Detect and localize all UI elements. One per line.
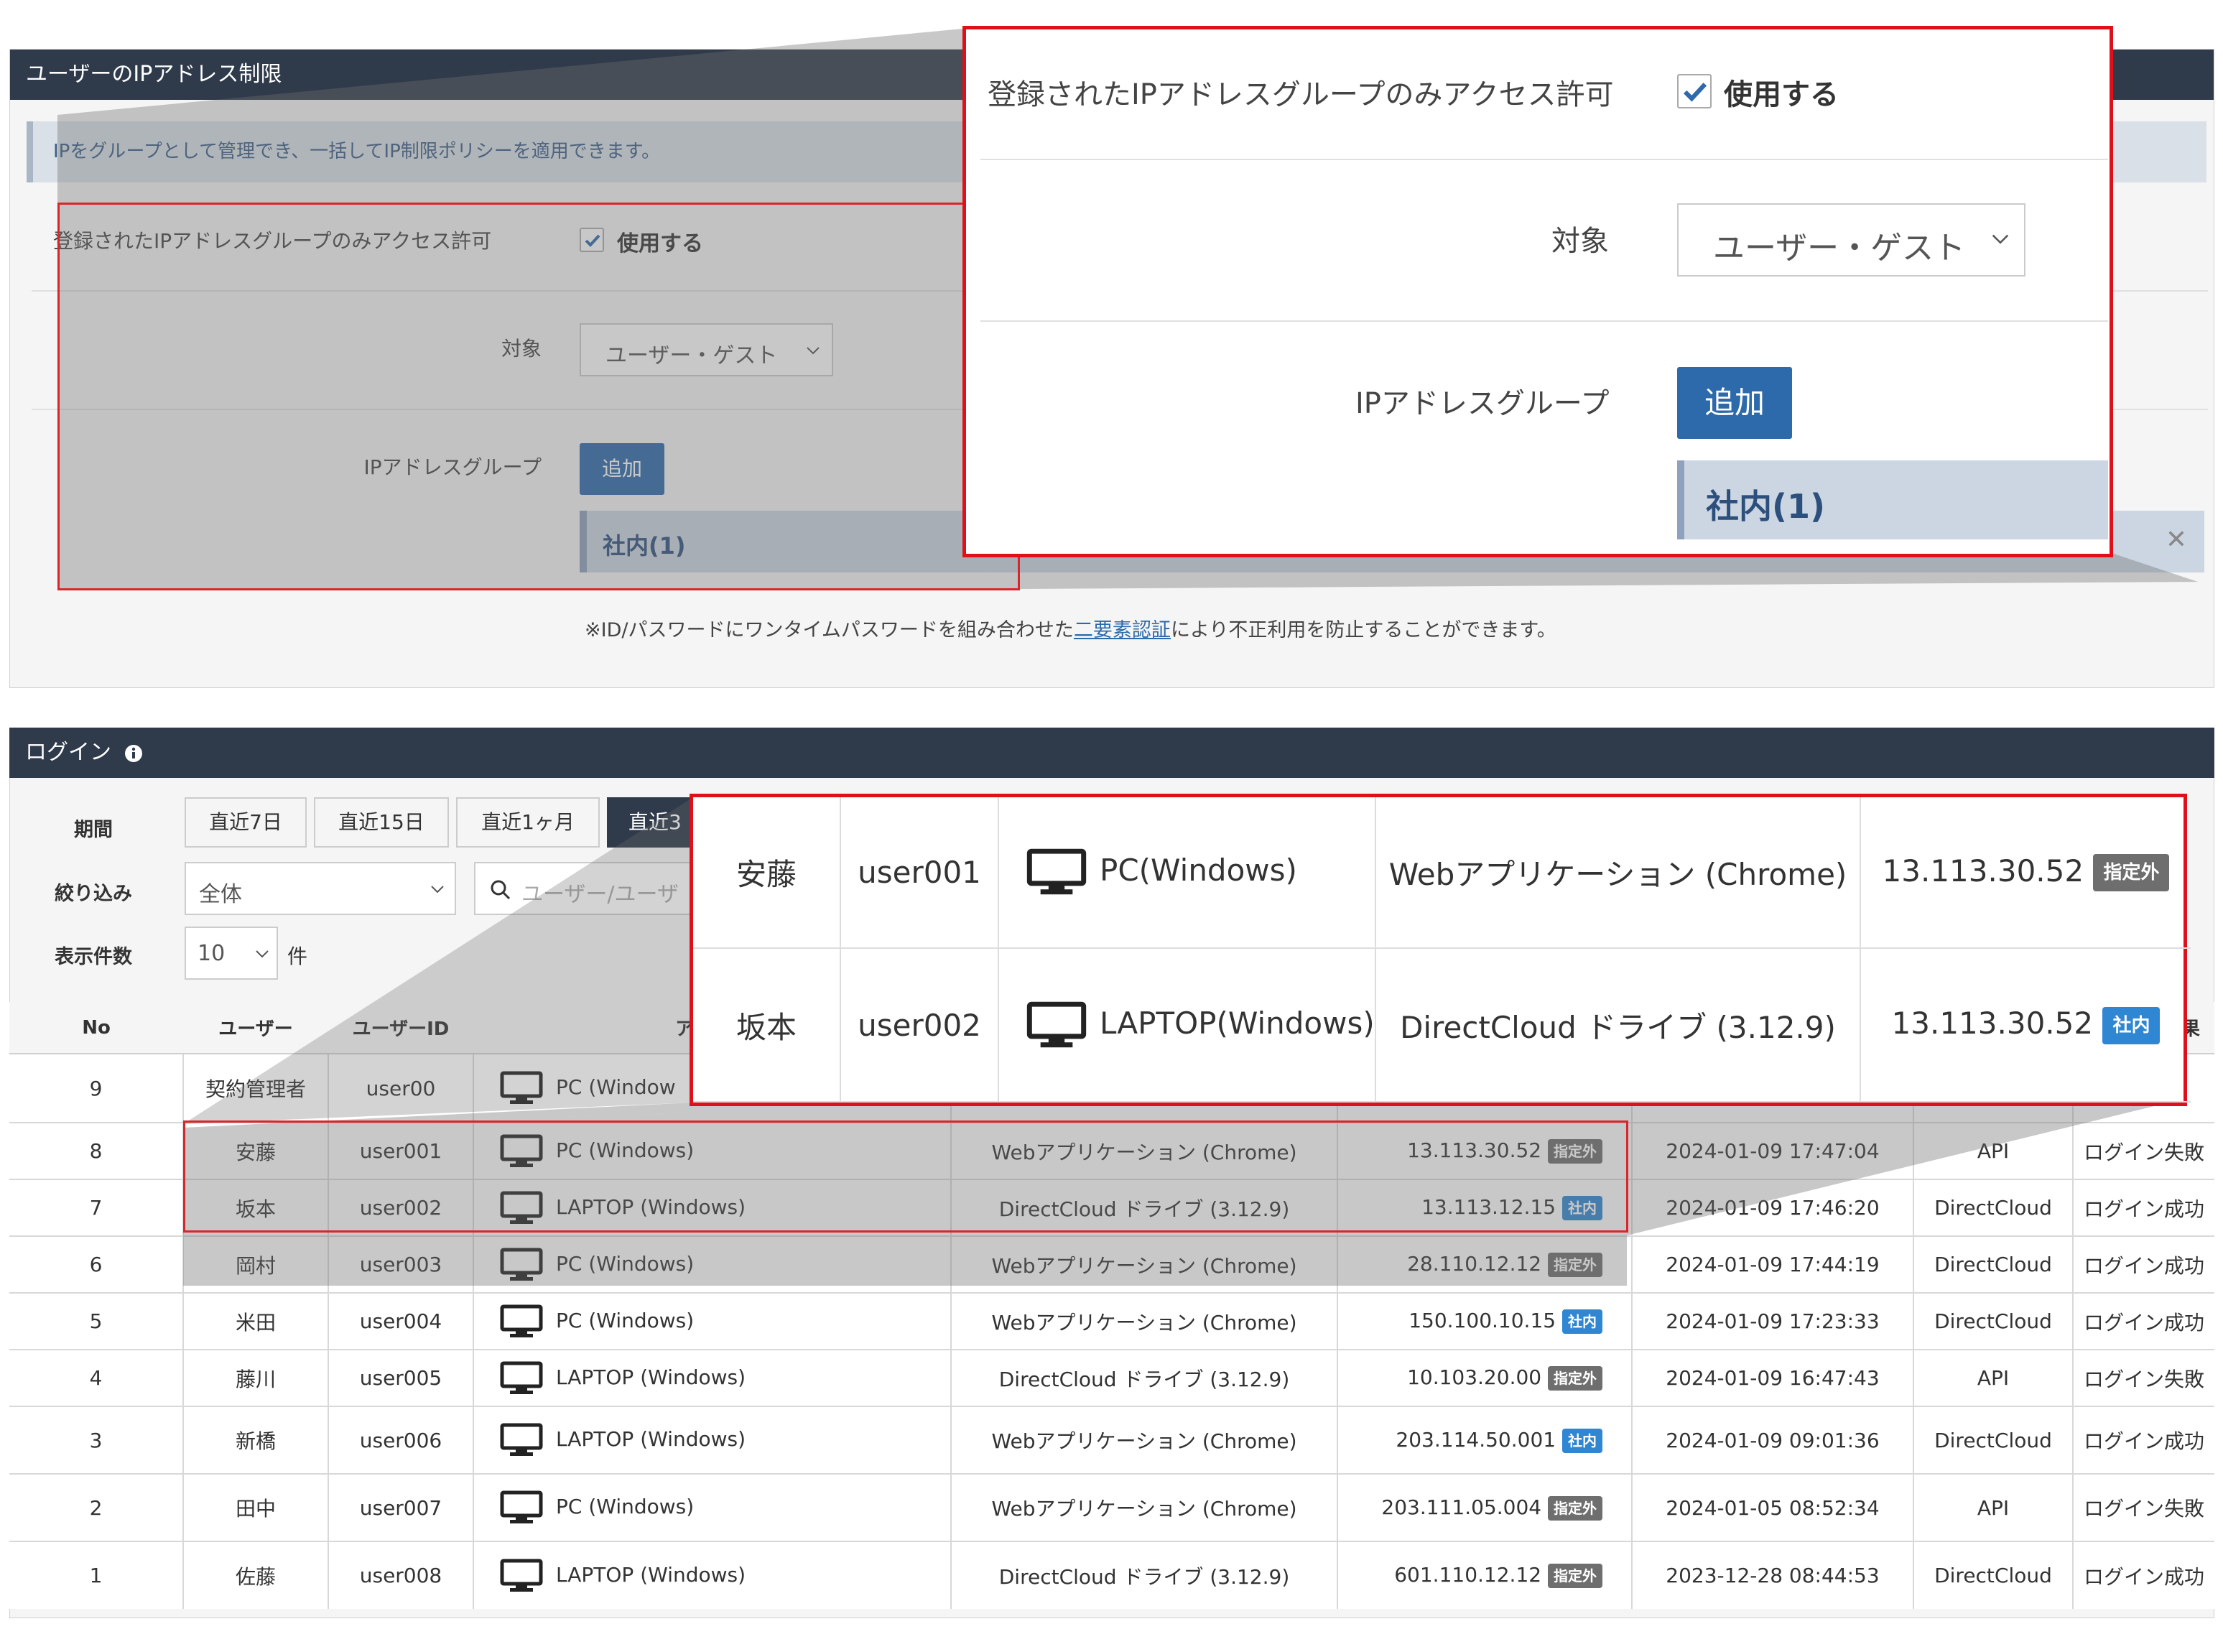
zoom-table-row[interactable]: 安藤 user001 PC(Windows) Webアプリケーション (Chrome)… bbox=[693, 797, 2191, 950]
zoom-cell-device: LAPTOP(Windows) bbox=[998, 948, 1376, 1103]
zoom-cell-app: DirectCloud ドライブ (3.12.9) bbox=[1375, 948, 1861, 1103]
highlight-frame-rows bbox=[183, 1120, 1628, 1233]
zoom-cell-user-id: user001 bbox=[840, 797, 999, 950]
monitor-icon bbox=[1026, 1001, 1087, 1047]
zoom-cell-ip: 13.113.30.52 社内 bbox=[1860, 948, 2191, 1103]
monitor-icon bbox=[1026, 848, 1087, 895]
zoom-cell-app: Webアプリケーション (Chrome) bbox=[1375, 797, 1861, 950]
zoom-cell-user: 安藤 bbox=[693, 797, 841, 950]
ip-tag-badge: 指定外 bbox=[2093, 854, 2170, 892]
zoom-table: 安藤 user001 PC(Windows) Webアプリケーション (Chrome)… bbox=[693, 797, 2191, 1103]
zoom-cell-user-id: user002 bbox=[840, 948, 999, 1103]
zoom-login-rows: 安藤 user001 PC(Windows) Webアプリケーション (Chrome)… bbox=[690, 794, 2191, 1106]
zoom-cell-device: PC(Windows) bbox=[998, 797, 1376, 950]
zoom-cell-ip: 13.113.30.52 指定外 bbox=[1860, 797, 2191, 950]
zoom-cell-user: 坂本 bbox=[693, 948, 841, 1103]
zoom-table-row[interactable]: 坂本 user002 LAPTOP(Windows) DirectCloud ドライブ… bbox=[693, 948, 2191, 1103]
ip-tag-badge: 社内 bbox=[2102, 1006, 2161, 1044]
